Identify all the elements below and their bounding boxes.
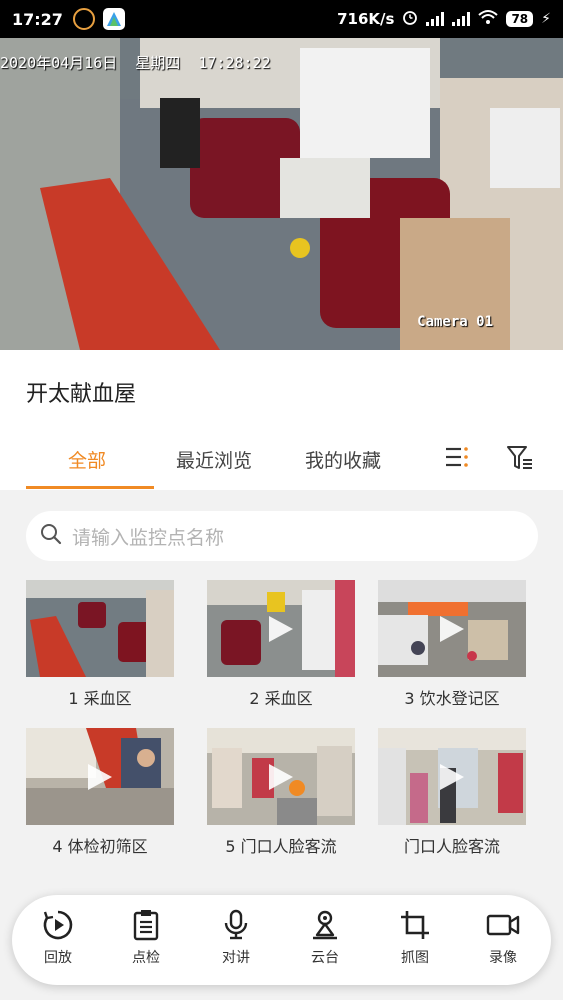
tab-bar: 全部 最近浏览 我的收藏	[0, 428, 563, 490]
camera-tile[interactable]: 1 采血区	[26, 580, 174, 709]
record-label: 录像	[489, 950, 517, 966]
camera-label: 4 体检初筛区	[52, 837, 148, 856]
camera-label: 3 饮水登记区	[404, 689, 500, 708]
talk-label: 对讲	[222, 950, 250, 966]
map-app-icon	[102, 8, 125, 30]
alarm-icon	[402, 9, 418, 29]
filter-icon[interactable]	[506, 444, 534, 476]
play-icon	[88, 764, 112, 790]
camera-tile[interactable]: 3 饮水登记区	[378, 580, 526, 709]
inspect-button[interactable]: 点检	[116, 909, 176, 967]
microphone-icon	[224, 909, 248, 940]
video-camera-icon	[486, 914, 520, 936]
inspect-label: 点检	[132, 950, 160, 966]
wifi-icon	[478, 9, 499, 29]
place-title: 开太献血屋	[26, 382, 137, 407]
video-camera-label: Camera 01	[417, 314, 493, 330]
camera-thumbnail	[207, 580, 355, 677]
search-input[interactable]: 请输入监控点名称	[26, 511, 538, 561]
playback-label: 回放	[44, 950, 72, 966]
camera-label: 1 采血区	[68, 689, 132, 708]
weather-app-icon	[72, 8, 95, 30]
signal-icon-2	[452, 12, 471, 26]
search-placeholder: 请输入监控点名称	[72, 526, 225, 549]
list-view-icon[interactable]	[444, 444, 470, 474]
talk-button[interactable]: 对讲	[206, 909, 266, 967]
crop-icon	[401, 911, 429, 939]
camera-label: 门口人脸客流	[403, 837, 500, 856]
playback-button[interactable]: 回放	[28, 909, 88, 967]
checklist-icon	[133, 910, 159, 941]
charging-icon: ⚡	[541, 11, 551, 27]
tab-recent[interactable]: 最近浏览	[176, 446, 252, 473]
camera-tile[interactable]: 5 门口人脸客流	[207, 728, 355, 857]
play-icon	[440, 616, 464, 642]
net-speed: 716K/s	[337, 10, 395, 28]
battery-indicator: 78	[506, 11, 534, 27]
capture-button[interactable]: 抓图	[385, 909, 445, 967]
camera-thumbnail	[26, 580, 174, 677]
capture-label: 抓图	[401, 950, 429, 966]
camera-thumbnail	[26, 728, 174, 825]
ptz-button[interactable]: 云台	[295, 909, 355, 967]
play-icon	[440, 764, 464, 790]
camera-tile[interactable]: 2 采血区	[207, 580, 355, 709]
camera-tile[interactable]: 门口人脸客流	[378, 728, 526, 857]
status-time: 17:27	[12, 9, 63, 29]
camera-label: 5 门口人脸客流	[225, 837, 337, 856]
video-frame-image	[0, 38, 563, 350]
active-tab-indicator	[26, 486, 154, 489]
camera-thumbnail	[378, 580, 526, 677]
playback-icon	[43, 910, 73, 940]
play-icon	[269, 616, 293, 642]
camera-thumbnail	[207, 728, 355, 825]
camera-label: 2 采血区	[249, 689, 313, 708]
bottom-toolbar: 回放 点检 对讲 云台 抓图 录像	[12, 895, 551, 985]
ptz-label: 云台	[311, 950, 339, 966]
tab-favorites[interactable]: 我的收藏	[305, 446, 381, 473]
camera-tile[interactable]: 4 体检初筛区	[26, 728, 174, 857]
play-icon	[269, 764, 293, 790]
search-icon	[40, 523, 62, 549]
status-bar: 17:27 716K/s 78 ⚡	[0, 0, 563, 38]
signal-icon	[426, 12, 445, 26]
camera-thumbnail	[378, 728, 526, 825]
live-video-view[interactable]: 2020年04月16日 星期四 17:28:22 Camera 01	[0, 38, 563, 350]
ptz-camera-icon	[313, 910, 337, 940]
tab-all[interactable]: 全部	[68, 446, 106, 473]
record-button[interactable]: 录像	[473, 909, 533, 967]
video-osd-datetime: 2020年04月16日 星期四 17:28:22	[0, 54, 271, 72]
